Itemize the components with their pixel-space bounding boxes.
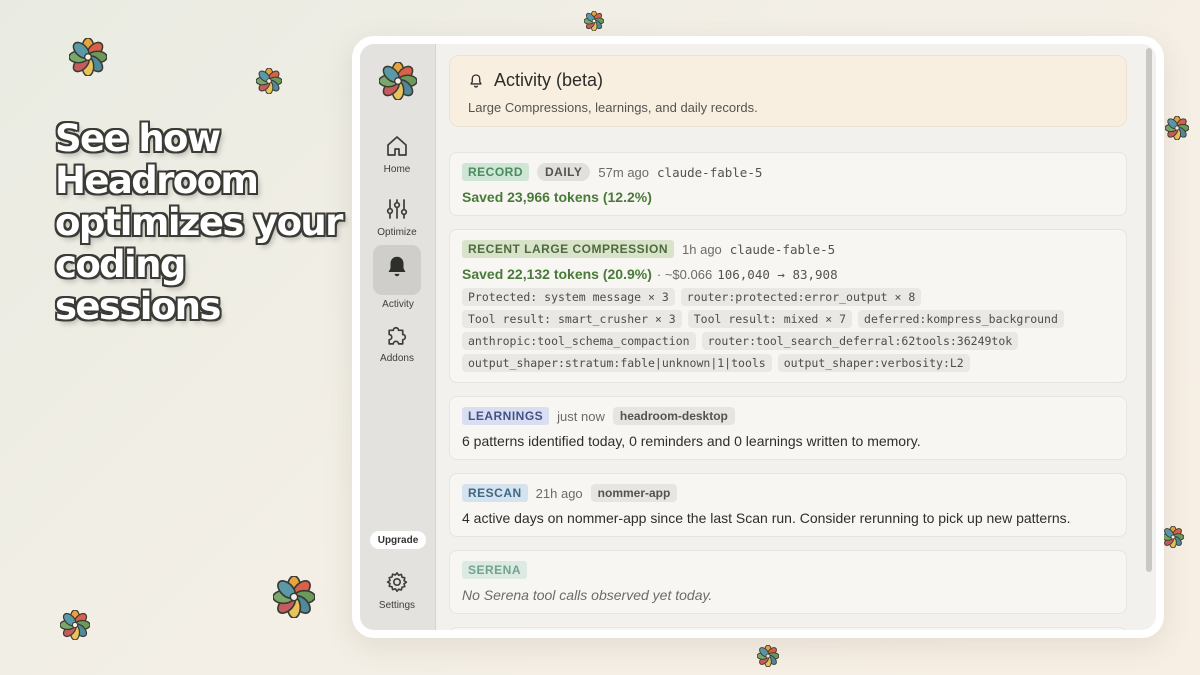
sidebar-item-settings[interactable]: Settings: [373, 566, 421, 616]
timestamp: just now: [557, 408, 605, 424]
sliders-icon: [386, 199, 408, 219]
sidebar-item-label: Settings: [378, 600, 416, 611]
activity-card-serena[interactable]: SERENA No Serena tool calls observed yet…: [449, 550, 1127, 614]
activity-card-learnings[interactable]: LEARNINGS just now headroom-desktop 6 pa…: [449, 396, 1127, 460]
gear-icon: [386, 572, 408, 592]
sidebar-item-optimize[interactable]: Optimize: [373, 193, 421, 243]
tag-chip: output_shaper:stratum:fable|unknown|1|to…: [462, 354, 772, 372]
flower-logo-icon: [1162, 526, 1184, 548]
card-text: 6 patterns identified today, 0 reminders…: [462, 433, 921, 449]
activity-panel: Activity (beta) Large Compressions, lear…: [436, 44, 1156, 630]
project-chip: headroom-desktop: [612, 407, 735, 425]
period-badge: DAILY: [537, 163, 591, 181]
sidebar-item-home[interactable]: Home: [373, 130, 421, 180]
sidebar-item-label: Addons: [380, 353, 414, 364]
puzzle-icon: [387, 326, 406, 345]
tag-chip: router:tool_search_deferral:62tools:3624…: [701, 332, 1019, 350]
flower-logo-icon: [256, 68, 282, 94]
activity-header: Activity (beta) Large Compressions, lear…: [449, 55, 1127, 127]
activity-card-partial[interactable]: [449, 627, 1127, 630]
flower-logo-icon: [60, 610, 90, 640]
model-name: claude-fable-5: [729, 241, 836, 257]
tag-chip: Protected: system message × 3: [462, 288, 675, 306]
activity-card-record[interactable]: RECORD DAILY 57m ago claude-fable-5 Save…: [449, 152, 1127, 216]
tag-list: Protected: system message × 3 router:pro…: [462, 288, 1114, 376]
cost-estimate: · ~$0.066: [656, 267, 713, 282]
saved-tokens: Saved 22,132 tokens (20.9%): [462, 266, 652, 282]
activity-card-compression[interactable]: RECENT LARGE COMPRESSION 1h ago claude-f…: [449, 229, 1127, 383]
card-text: 4 active days on nommer-app since the la…: [462, 510, 1071, 526]
sidebar-item-activity[interactable]: [373, 245, 421, 295]
compression-badge: RECENT LARGE COMPRESSION: [462, 240, 675, 258]
tag-chip: Tool result: mixed × 7: [687, 310, 853, 328]
bell-icon: [470, 73, 482, 88]
token-change: 106,040 → 83,908: [717, 267, 838, 282]
app-logo-icon: [379, 62, 417, 100]
timestamp: 57m ago: [598, 164, 650, 180]
tag-chip: deferred:kompress_background: [858, 310, 1064, 328]
sidebar-item-addons[interactable]: Addons: [373, 318, 421, 368]
timestamp: 21h ago: [535, 485, 583, 501]
learnings-badge: LEARNINGS: [462, 407, 550, 425]
serena-badge: SERENA: [462, 561, 528, 579]
home-icon: [387, 136, 407, 156]
sidebar-item-label: Optimize: [377, 227, 417, 238]
flower-logo-icon: [273, 576, 315, 618]
tag-chip: Tool result: smart_crusher × 3: [462, 310, 682, 328]
flower-logo-icon: [584, 11, 604, 31]
app-window: Home Optimize Activity Addons Upgrade Se…: [352, 36, 1164, 638]
record-badge: RECORD: [462, 163, 530, 181]
flower-logo-icon: [757, 645, 779, 667]
scrollbar[interactable]: [1146, 48, 1152, 572]
card-text: No Serena tool calls observed yet today.: [462, 587, 713, 603]
promo-headline: See how Headroom optimizes your coding s…: [55, 117, 343, 328]
sidebar-item-label: Activity: [382, 299, 414, 310]
saved-tokens: Saved 23,966 tokens (12.2%): [462, 189, 652, 205]
app-frame: Home Optimize Activity Addons Upgrade Se…: [360, 44, 1156, 630]
timestamp: 1h ago: [682, 241, 722, 257]
page-title: Activity (beta): [494, 70, 604, 90]
upgrade-button[interactable]: Upgrade: [370, 531, 426, 549]
tag-chip: router:protected:error_output × 8: [680, 288, 922, 306]
flower-logo-icon: [69, 38, 107, 76]
tag-chip: anthropic:tool_schema_compaction: [462, 332, 696, 350]
flower-logo-icon: [1165, 116, 1189, 140]
project-chip: nommer-app: [590, 484, 678, 502]
tag-chip: output_shaper:verbosity:L2: [777, 354, 970, 372]
activity-card-rescan[interactable]: RESCAN 21h ago nommer-app 4 active days …: [449, 473, 1127, 537]
rescan-badge: RESCAN: [462, 484, 528, 502]
bell-icon: [388, 256, 406, 277]
page-subtitle: Large Compressions, learnings, and daily…: [468, 100, 758, 115]
sidebar-item-label: Home: [383, 164, 411, 175]
model-name: claude-fable-5: [657, 164, 763, 180]
sidebar: Home Optimize Activity Addons Upgrade Se…: [360, 44, 436, 630]
